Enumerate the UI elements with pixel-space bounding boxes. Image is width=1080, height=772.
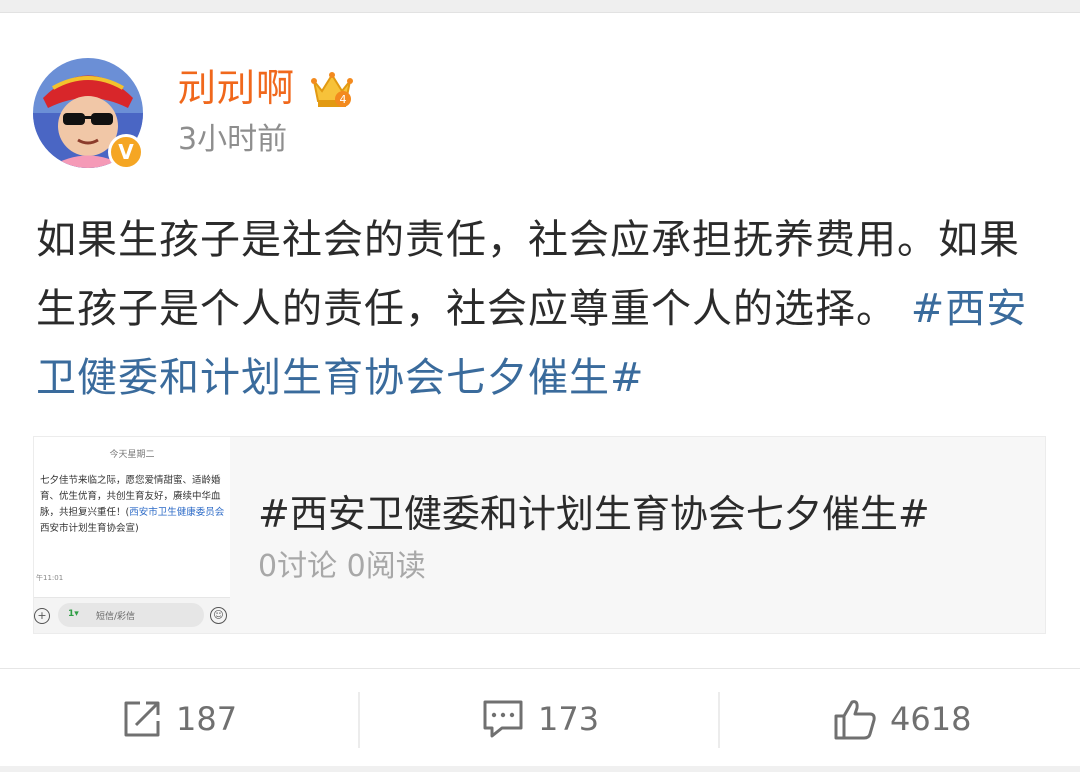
thumbnail-header: 今天星期二 [109,450,155,460]
weibo-post-page: V 刓刓啊 4 3小时前 如果生孩子是社会的责任，社会应承担抚养费用。如果生孩子… [0,0,1080,772]
action-separator [718,692,720,748]
topic-title[interactable]: #西安卫健委和计划生育协会七夕催生# [258,489,930,539]
bottom-separator [0,766,1080,772]
thumbnail-input-bar: + 1▾ 短信/彩信 ☺ [34,597,230,633]
emoji-icon: ☺ [210,607,227,624]
action-separator [358,692,360,748]
repost-button[interactable]: 187 [120,692,237,746]
thumbnail-time: 午11:01 [36,574,64,582]
thumbnail-message-link: 西安市卫生健康委员会 [129,507,225,518]
thumbnail-input-placeholder: 短信/彩信 [96,612,136,622]
comment-count: 173 [538,700,600,738]
thumbnail-input: 1▾ 短信/彩信 [58,603,204,627]
share-square-arrow-icon [124,701,160,737]
post-text: 如果生孩子是社会的责任，社会应承担抚养费用。如果生孩子是个人的责任，社会应尊重个… [36,217,1020,332]
repost-count: 187 [176,700,238,738]
username[interactable]: 刓刓啊 [178,64,295,112]
topic-stats: 0讨论 0阅读 [258,549,426,584]
action-bar-divider [0,668,1080,669]
sim-icon: 1▾ [68,609,79,619]
thumbnail-message: 七夕佳节来临之际，愿您爱情甜蜜、适龄婚育、优生优育，共创生育友好，赓续中华血脉，… [40,473,226,537]
svg-text:4: 4 [340,93,347,106]
topic-card[interactable]: 今天星期二 七夕佳节来临之际，愿您爱情甜蜜、适龄婚育、优生优育，共创生育友好，赓… [33,436,1046,634]
like-count: 4618 [890,700,972,738]
top-separator [0,0,1080,13]
thumbs-up-icon [834,700,876,740]
post-body: 如果生孩子是社会的责任，社会应承担抚养费用。如果生孩子是个人的责任，社会应尊重个… [36,206,1046,413]
post-timestamp: 3小时前 [178,122,288,157]
like-button[interactable]: 4618 [832,692,971,746]
thumbnail-message-tail: 西安市计划生育协会宣) [40,523,139,534]
plus-icon: + [34,608,50,624]
comment-button[interactable]: 173 [480,692,599,746]
verified-badge-icon: V [108,134,144,170]
speech-bubble-icon [483,700,523,738]
topic-thumbnail: 今天星期二 七夕佳节来临之际，愿您爱情甜蜜、适龄婚育、优生优育，共创生育友好，赓… [34,437,230,633]
crown-vip-icon[interactable]: 4 [310,69,354,111]
